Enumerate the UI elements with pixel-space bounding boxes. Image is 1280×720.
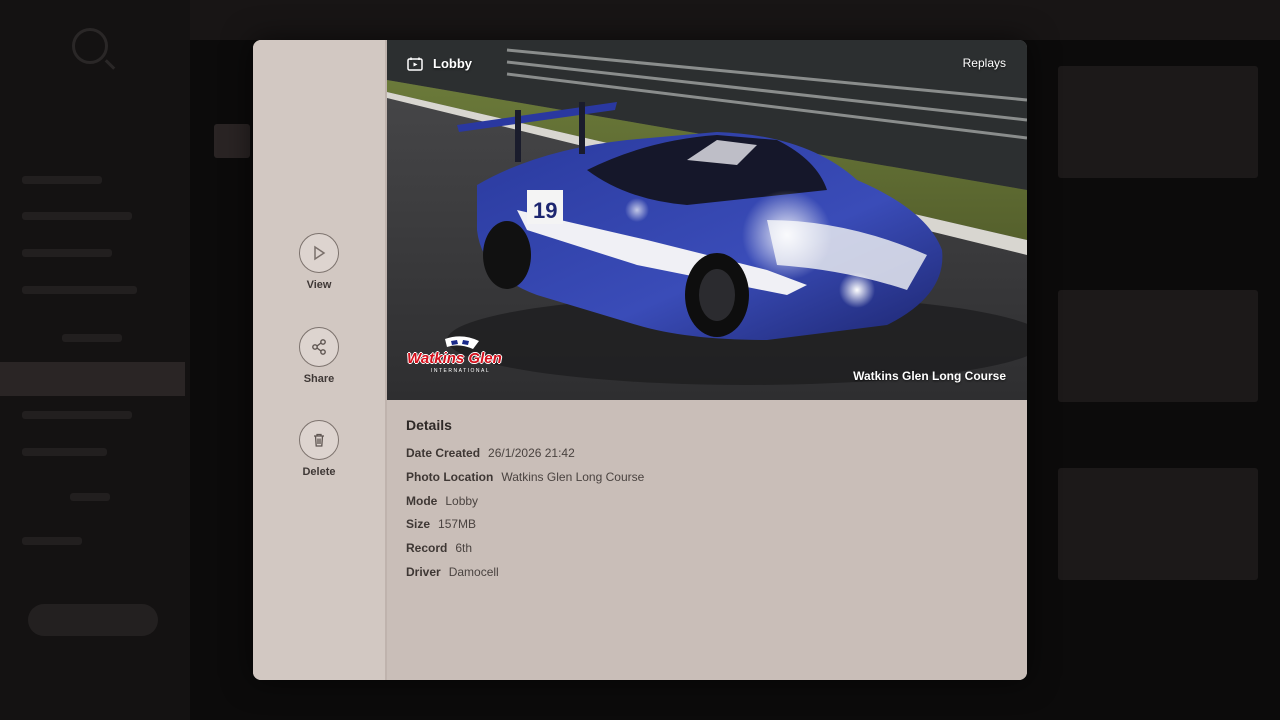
- replays-label: Replays: [962, 56, 1006, 70]
- detail-value: Watkins Glen Long Course: [501, 470, 645, 484]
- detail-row-date: Date Created 26/1/2026 21:42: [406, 446, 575, 460]
- detail-value: 6th: [455, 541, 473, 555]
- search-icon: [72, 28, 108, 64]
- detail-value: 26/1/2026 21:42: [488, 446, 575, 460]
- details-panel: Details Date Created 26/1/2026 21:42 Phot…: [387, 400, 1027, 680]
- share-button[interactable]: Share: [253, 327, 385, 385]
- view-button[interactable]: View: [253, 233, 385, 291]
- detail-value: Lobby: [445, 494, 479, 508]
- share-button-circle[interactable]: [299, 327, 339, 367]
- detail-key: Size: [406, 517, 431, 531]
- delete-label: Delete: [302, 466, 336, 478]
- track-logo-subtext: INTERNATIONAL: [431, 368, 491, 374]
- mode-label: Lobby: [433, 56, 472, 71]
- track-name-label: Watkins Glen Long Course: [853, 369, 1006, 383]
- track-logo-text: Watkins Glen: [407, 350, 502, 367]
- detail-row-driver: Driver Damocell: [406, 565, 499, 579]
- detail-key: Mode: [406, 494, 438, 508]
- delete-button[interactable]: Delete: [253, 420, 385, 478]
- detail-key: Driver: [406, 565, 441, 579]
- track-logo: Watkins Glen INTERNATIONAL: [407, 335, 517, 375]
- detail-key: Photo Location: [406, 470, 494, 484]
- photo-preview[interactable]: 19 Lobby Replays Watkins Glen INTERNATIO…: [387, 40, 1027, 400]
- background-topbar: [190, 0, 1280, 40]
- detail-key: Date Created: [406, 446, 481, 460]
- trash-icon: [314, 433, 324, 447]
- view-button-circle[interactable]: [299, 233, 339, 273]
- share-label: Share: [303, 373, 335, 385]
- delete-button-circle[interactable]: [299, 420, 339, 460]
- photo-detail-dialog: View Share Delete 19 Lobby Replays Watki…: [253, 40, 1027, 680]
- share-icon: [312, 339, 326, 355]
- detail-row-location: Photo Location Watkins Glen Long Course: [406, 470, 644, 484]
- play-icon: [314, 245, 326, 261]
- detail-key: Record: [406, 541, 448, 555]
- detail-row-mode: Mode Lobby: [406, 494, 478, 508]
- replay-clip-icon: [407, 57, 423, 71]
- view-label: View: [306, 279, 332, 291]
- detail-row-size: Size 157MB: [406, 517, 476, 531]
- details-title: Details: [406, 417, 452, 433]
- detail-value: Damocell: [448, 565, 499, 579]
- action-sidebar: View Share Delete: [253, 40, 387, 680]
- svg-text:19: 19: [533, 198, 557, 223]
- detail-value: 157MB: [438, 517, 477, 531]
- mode-tag: Lobby: [407, 56, 472, 71]
- background-sidebar: [0, 0, 190, 720]
- detail-row-record: Record 6th: [406, 541, 472, 555]
